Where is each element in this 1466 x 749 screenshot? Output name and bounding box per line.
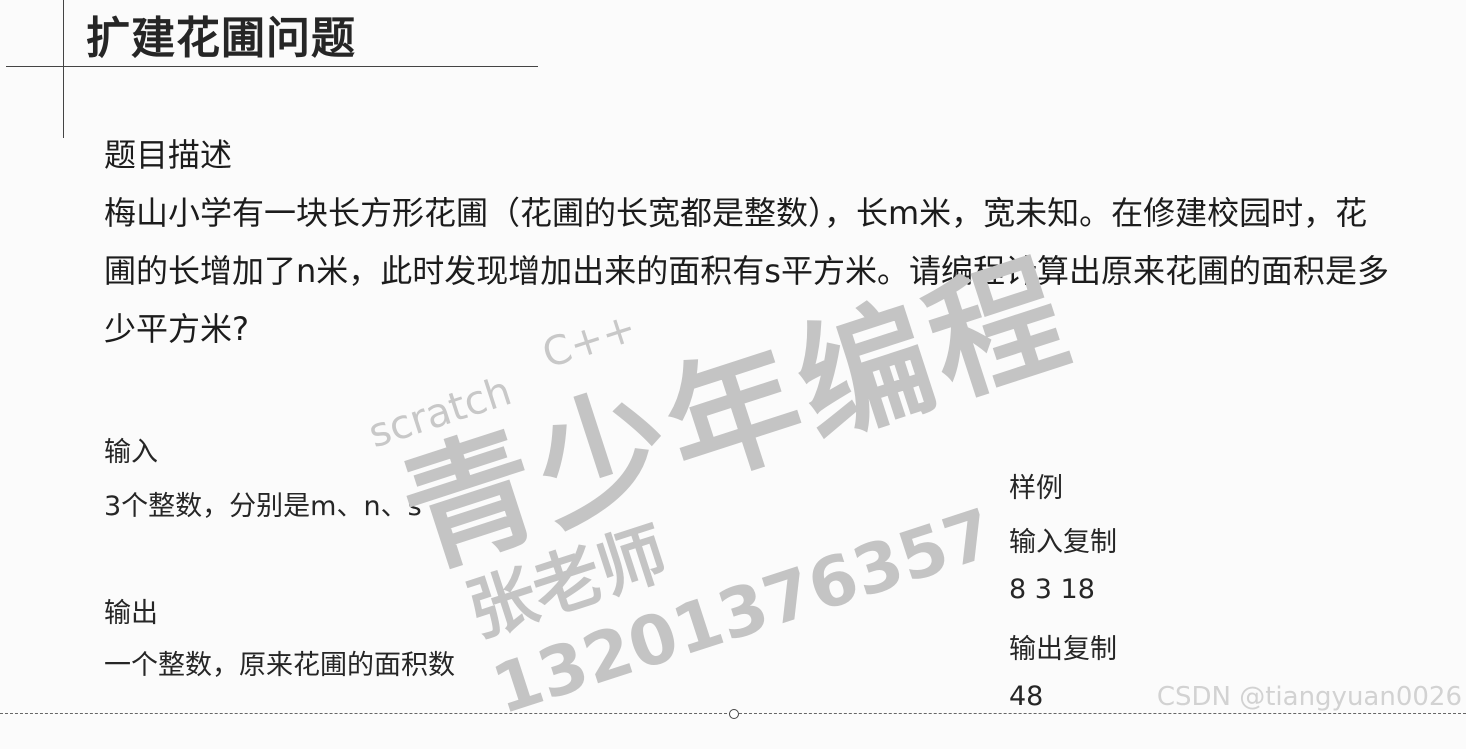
description-line: 少平方米? (104, 310, 249, 348)
page-title: 扩建花圃问题 (86, 13, 356, 64)
output-description: 一个整数，原来花圃的面积数 (104, 650, 455, 681)
description-label: 题目描述 (104, 136, 233, 174)
output-label: 输出 (104, 598, 158, 629)
title-vertical-rule (63, 0, 64, 138)
title-underline (6, 66, 538, 67)
sample-output-label: 输出复制 (1009, 634, 1117, 665)
csdn-watermark: CSDN @tiangyuan0026 (1156, 682, 1462, 712)
sample-input-value: 8 3 18 (1009, 574, 1095, 605)
input-label: 输入 (104, 437, 158, 468)
sample-label: 样例 (1009, 473, 1063, 504)
description-line: 圃的长增加了n米，此时发现增加出来的面积有s平方米。请编程计算出原来花圃的面积是… (104, 252, 1389, 290)
input-description: 3个整数，分别是m、n、s (104, 491, 422, 522)
sample-output-value: 48 (1009, 681, 1044, 712)
resize-handle[interactable] (729, 709, 739, 719)
sample-input-label: 输入复制 (1009, 527, 1117, 558)
description-text: 梅山小学有一块长方形花圃（花圃的长宽都是整数），长m米，宽未知。在修建校园时，花… (104, 184, 1429, 358)
watermark-scratch-text: scratch (363, 368, 517, 458)
description-line: 梅山小学有一块长方形花圃（花圃的长宽都是整数），长m米，宽未知。在修建校园时，花 (104, 194, 1368, 232)
